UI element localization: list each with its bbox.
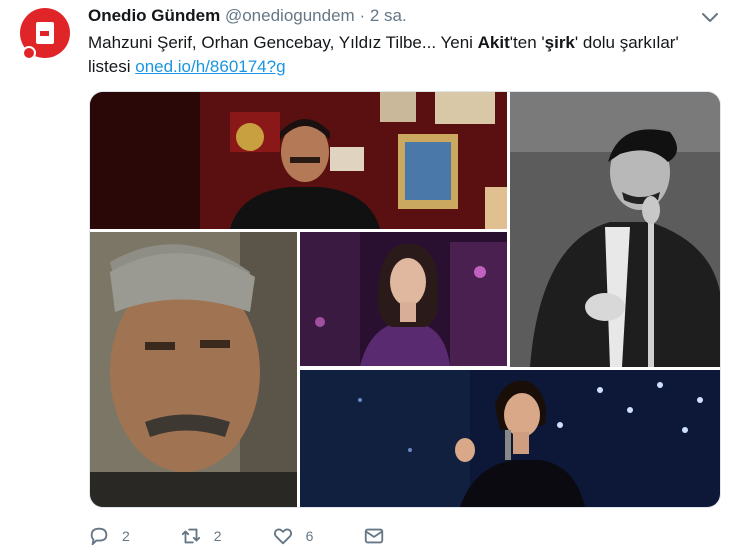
avatar-badge	[22, 46, 36, 60]
onedio-logo-icon	[36, 22, 54, 44]
retweet-button[interactable]: 2	[180, 525, 222, 547]
media-grid	[89, 91, 721, 508]
author-handle[interactable]: @onediogundem	[225, 6, 355, 25]
chevron-down-icon[interactable]	[700, 10, 720, 26]
like-button[interactable]: 6	[272, 525, 314, 547]
text-part-1: Mahzuni Şerif, Orhan Gencebay, Yıldız Ti…	[88, 33, 478, 52]
separator: ·	[359, 6, 366, 25]
author-name[interactable]: Onedio Gündem	[88, 6, 220, 25]
text-bold-akit: Akit	[477, 33, 510, 52]
text-bold-sirk: şirk	[544, 33, 575, 52]
photo-2[interactable]	[510, 92, 720, 367]
tweet-header: Onedio Gündem @onediogundem · 2 sa.	[88, 6, 407, 26]
envelope-icon	[365, 528, 384, 544]
reply-count: 2	[122, 528, 130, 544]
tweet-actions: 2 2 6	[88, 524, 447, 548]
photo-3[interactable]	[90, 232, 297, 507]
heart-icon	[273, 528, 292, 545]
reply-button[interactable]: 2	[88, 525, 130, 547]
photo-4[interactable]	[300, 232, 507, 366]
reply-icon	[90, 527, 108, 546]
like-count: 6	[305, 528, 314, 544]
text-part-2: 'ten '	[509, 33, 545, 52]
retweet-count: 2	[213, 528, 222, 544]
photo-1[interactable]	[90, 92, 507, 229]
photo-5[interactable]	[300, 370, 720, 507]
tweet-text: Mahzuni Şerif, Orhan Gencebay, Yıldız Ti…	[88, 31, 718, 79]
tweet-link[interactable]: oned.io/h/860174?g	[135, 57, 285, 76]
retweet-icon	[181, 528, 200, 544]
timestamp[interactable]: 2 sa.	[370, 6, 407, 25]
dm-button[interactable]	[363, 525, 397, 547]
